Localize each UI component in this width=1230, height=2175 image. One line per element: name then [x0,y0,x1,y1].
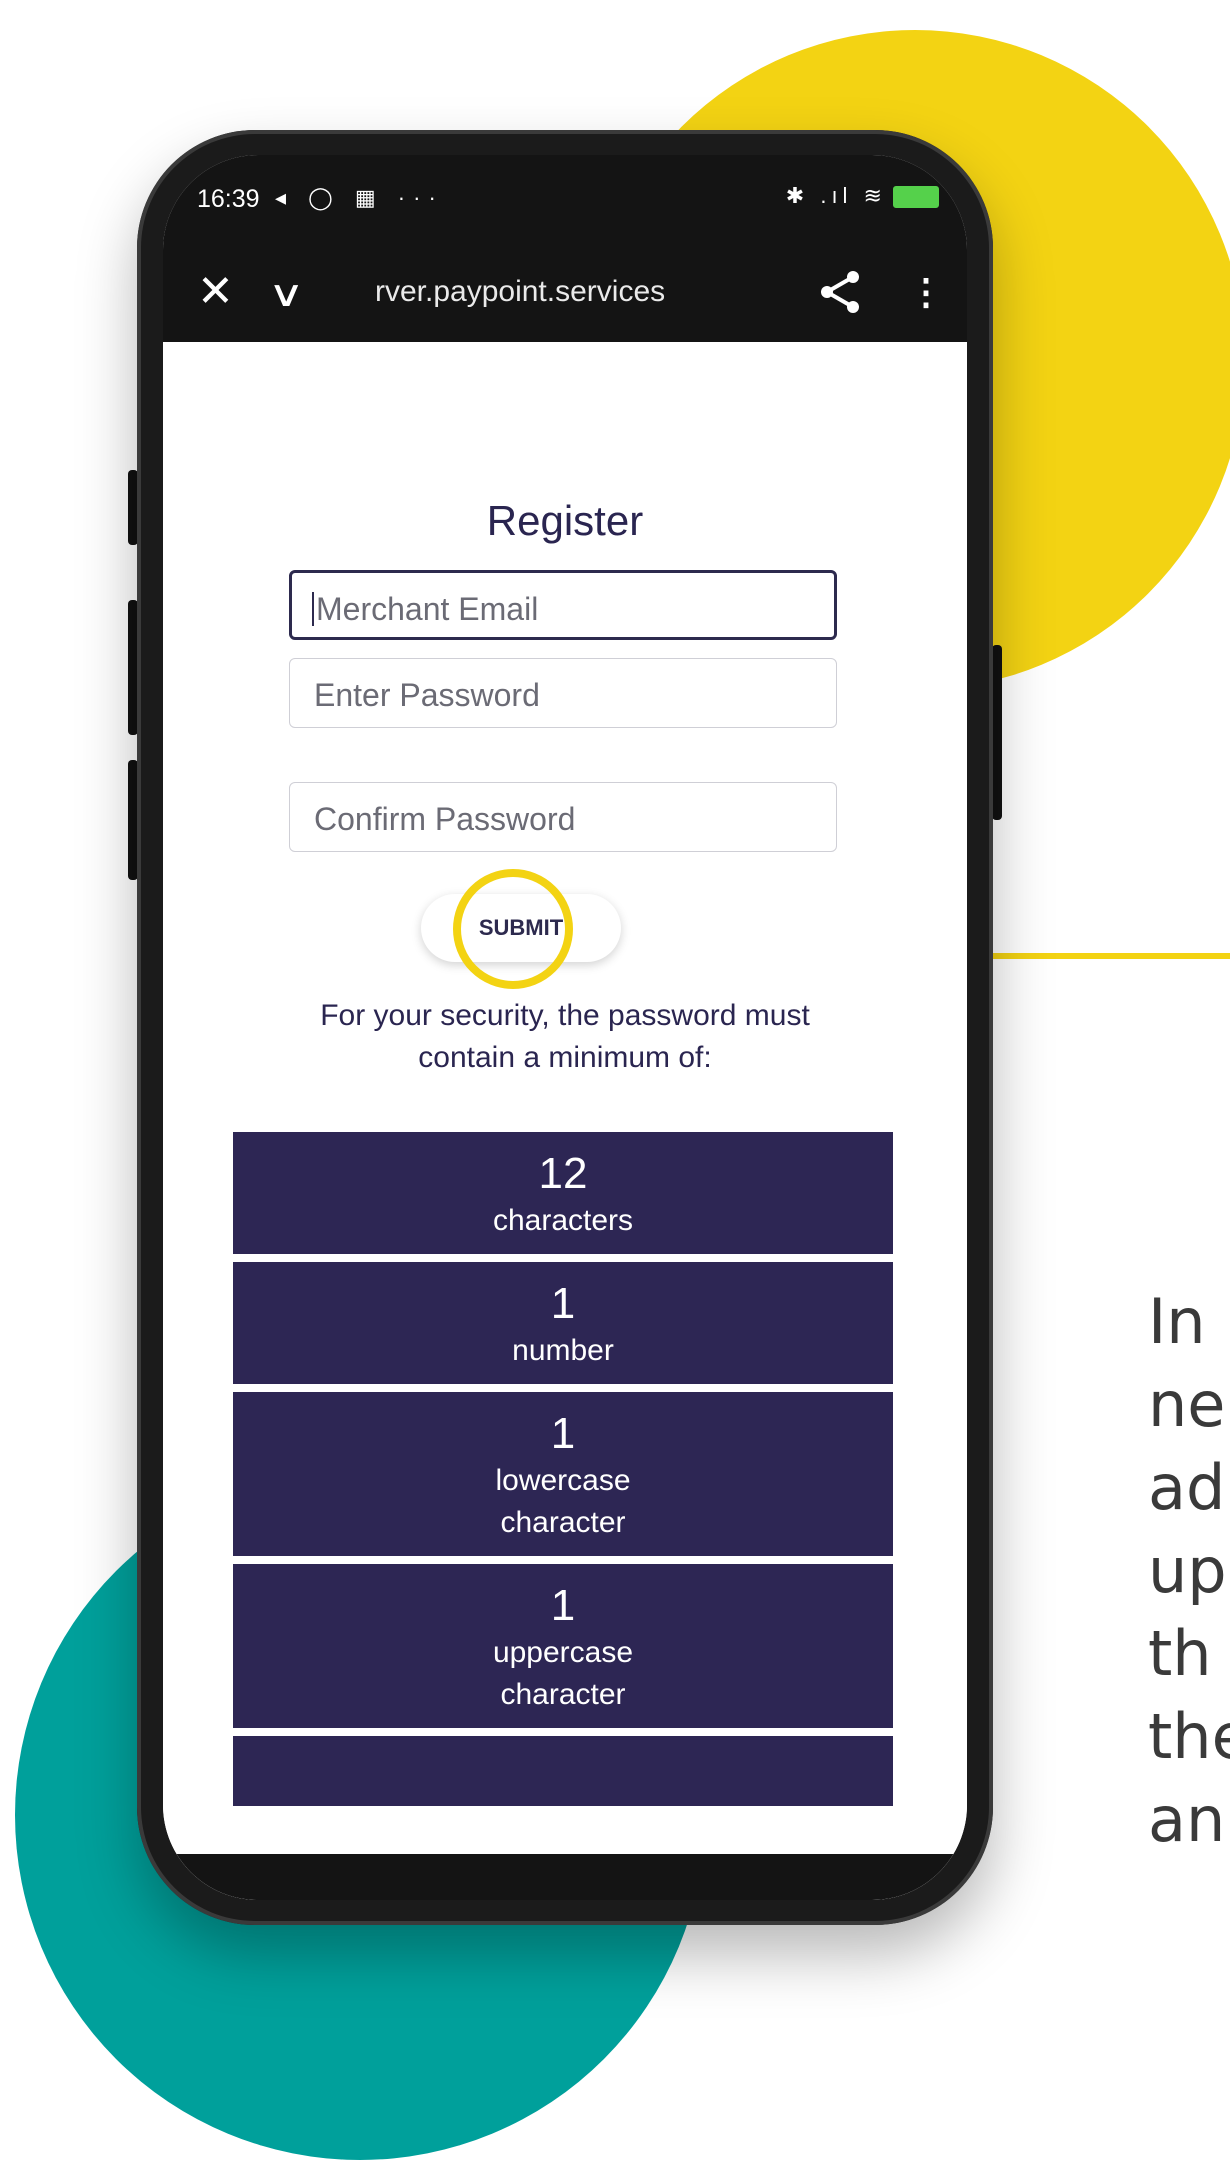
url-text[interactable]: rver.paypoint.services [375,275,665,309]
register-page: Register Merchant Email Enter Password C… [163,342,967,1900]
rule-count: 12 [538,1149,588,1198]
connectivity-icons: ✱ .ıl ≋ [785,183,887,208]
rule-label: number [512,1334,614,1367]
more-options-icon[interactable]: ⋮ [908,267,944,317]
rule-item-partial [233,1736,893,1806]
status-right-icons: ✱ .ıl ≋ [786,183,939,209]
text-caret [312,592,314,626]
email-field[interactable]: Merchant Email [289,570,837,640]
password-field[interactable]: Enter Password [289,658,837,728]
rule-count: 1 [550,1581,576,1630]
rule-label: uppercase character [492,1636,634,1711]
password-rules: 12 characters 1 number 1 lowercase chara… [233,1132,893,1806]
rule-item: 12 characters [233,1132,893,1254]
side-caption-line: an [1148,1783,1226,1856]
status-bar: 16:39 ◂ ◯ ▦ ··· ✱ .ıl ≋ [163,155,967,247]
rule-item: 1 uppercase character [233,1564,893,1728]
browser-toolbar: ✕ ∨ rver.paypoint.services ⋮ [163,247,967,342]
password-placeholder: Enter Password [314,677,540,713]
side-caption-line: ne [1148,1368,1226,1441]
side-caption-line: In [1148,1285,1206,1358]
status-time: 16:39 [197,185,260,213]
chevron-down-icon[interactable]: ∨ [268,269,305,319]
rule-item: 1 lowercase character [233,1392,893,1556]
security-text: For your security, the password must con… [320,999,810,1074]
email-placeholder: Merchant Email [316,591,539,627]
confirm-password-field[interactable]: Confirm Password [289,782,837,852]
side-caption-line: up [1148,1534,1227,1607]
phone-power-button [992,645,1002,820]
notification-icons: ◂ ◯ ▦ ··· [275,185,444,210]
side-caption: In ne ad up th the an [1148,1280,1230,1861]
rule-label: lowercase character [495,1464,631,1539]
battery-icon [893,186,939,209]
share-icon[interactable] [813,265,867,324]
side-caption-line: ad [1148,1451,1226,1524]
close-icon[interactable]: ✕ [197,267,234,317]
confirm-placeholder: Confirm Password [314,801,576,837]
rule-label: characters [492,1204,634,1237]
rule-count: 1 [550,1409,576,1458]
rule-count: 1 [550,1279,576,1328]
rule-item: 1 number [233,1262,893,1384]
side-caption-line: the [1148,1700,1230,1773]
nav-bar [163,1854,967,1900]
side-caption-line: th [1148,1617,1212,1690]
highlight-ring [453,869,573,989]
phone-screen: 16:39 ◂ ◯ ▦ ··· ✱ .ıl ≋ ✕ ∨ rver.paypoin… [163,155,967,1900]
page-title: Register [486,497,644,544]
